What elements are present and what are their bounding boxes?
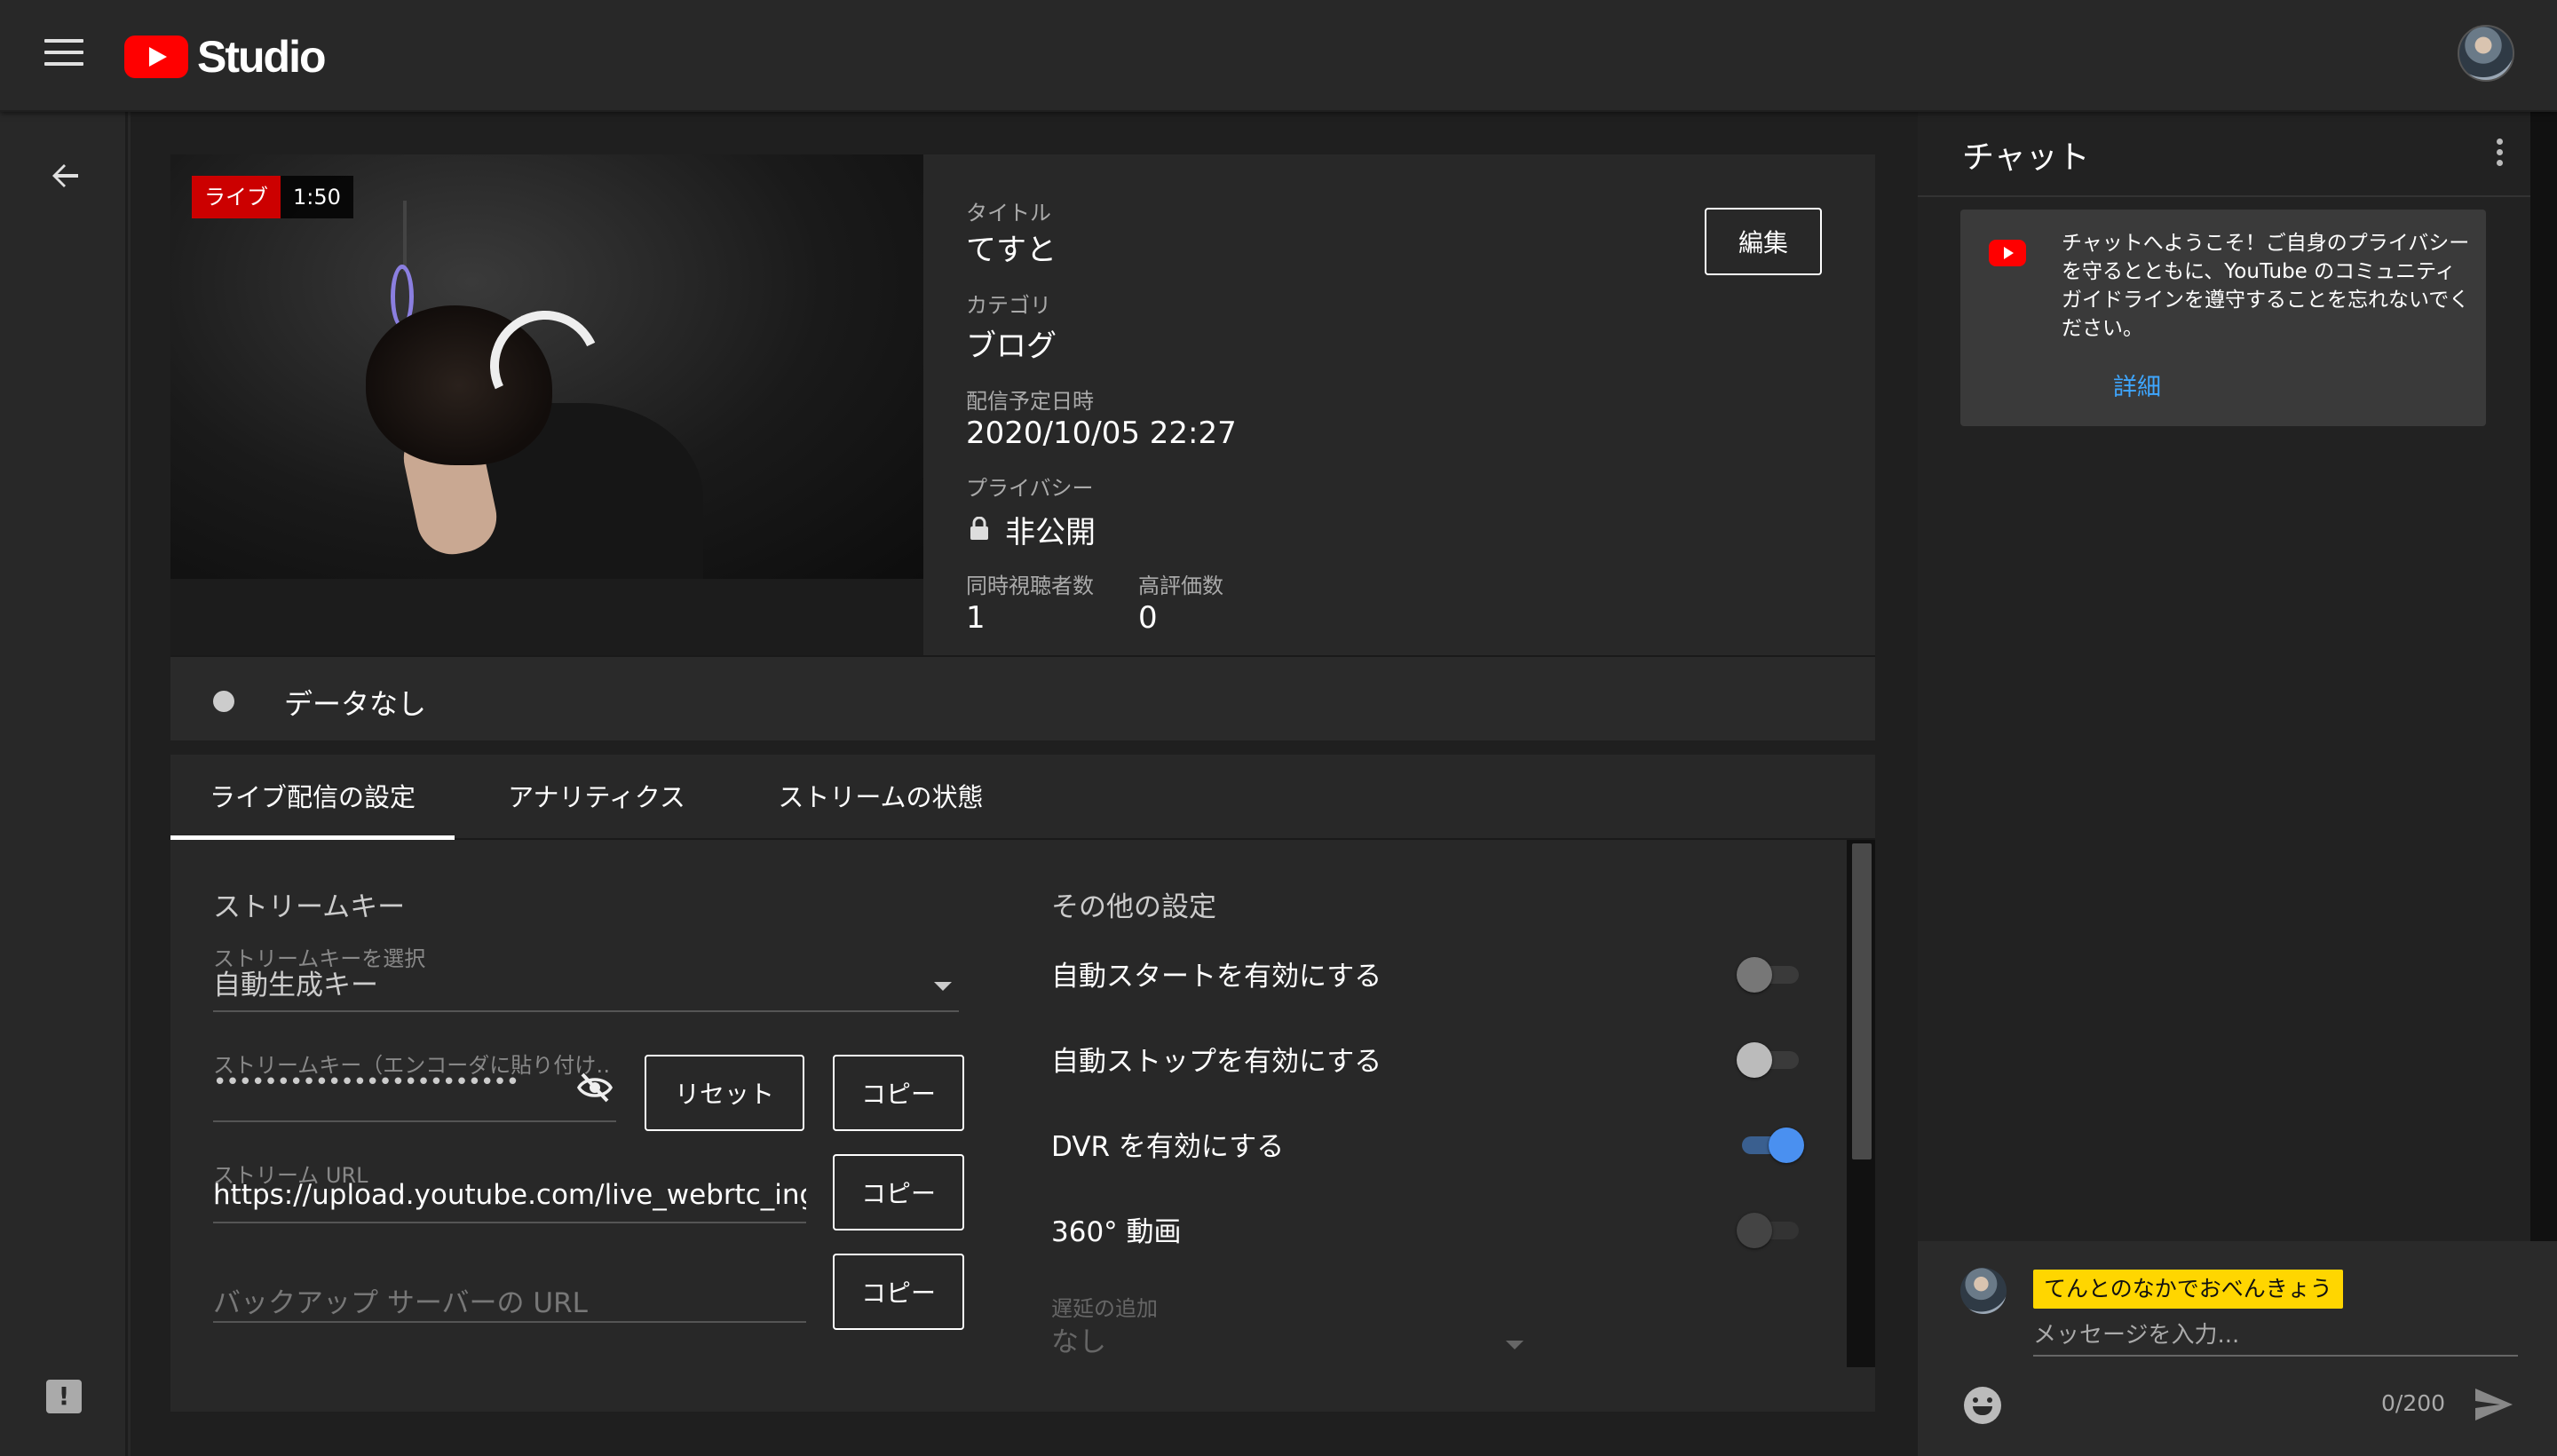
- composer-avatar: [1960, 1268, 2007, 1314]
- category-label: カテゴリ: [966, 293, 1051, 318]
- privacy-label: プライバシー: [966, 476, 1094, 501]
- menu-icon[interactable]: [44, 39, 83, 71]
- chat-panel: チャット チャットへようこそ！ご自身のプライバシーを守るとともに、YouTube…: [1918, 112, 2557, 1456]
- youtube-play-icon: [124, 36, 188, 78]
- chat-scrollbar[interactable]: [2530, 112, 2557, 1241]
- backup-url-input[interactable]: バックアップ サーバーの URL: [213, 1280, 806, 1320]
- 360-video-toggle[interactable]: [1737, 1211, 1804, 1248]
- likes-value: 0: [1138, 600, 1158, 636]
- visibility-off-icon[interactable]: [577, 1072, 613, 1103]
- back-arrow-icon[interactable]: [48, 158, 83, 194]
- youtube-icon: [1989, 240, 2026, 266]
- preview-footer: [170, 579, 923, 655]
- video-preview[interactable]: ライブ 1:50: [170, 154, 923, 579]
- settings-scrollbar-thumb[interactable]: [1852, 843, 1872, 1159]
- stream-key-select-underline: [213, 1010, 959, 1012]
- stream-health-bar: データなし: [170, 655, 1875, 740]
- tab-stream-health[interactable]: ストリームの状態: [748, 755, 1014, 840]
- viewers-label: 同時視聴者数: [966, 574, 1094, 598]
- latency-chevron-down-icon[interactable]: [1506, 1341, 1524, 1349]
- logo-text: Studio: [197, 32, 327, 82]
- latency-value[interactable]: なし: [1051, 1319, 1106, 1359]
- copy-stream-url-button[interactable]: コピー: [833, 1154, 964, 1230]
- viewers-value: 1: [966, 600, 986, 636]
- chat-header: チャット: [1918, 112, 2530, 197]
- tab-analytics[interactable]: アナリティクス: [479, 755, 714, 840]
- copy-backup-url-button[interactable]: コピー: [833, 1254, 964, 1330]
- dvr-label: DVR を有効にする: [1051, 1131, 1285, 1163]
- more-vert-icon[interactable]: [2497, 138, 2506, 170]
- privacy-value: 非公開: [1005, 515, 1096, 550]
- stream-url-value[interactable]: https://upload.youtube.com/live_webrtc_i…: [213, 1179, 806, 1211]
- chat-welcome-text: チャットへようこそ！ご自身のプライバシーを守るとともに、YouTube のコミュ…: [2062, 232, 2470, 340]
- lamp-cord: [403, 201, 407, 272]
- composer-user-name: てんとのなかでおべんきょう: [2033, 1270, 2343, 1309]
- copy-stream-key-button[interactable]: コピー: [833, 1055, 964, 1131]
- char-count: 0/200: [2381, 1390, 2446, 1416]
- stream-key-select-value[interactable]: 自動生成キー: [213, 962, 378, 1002]
- stream-key-section-title: ストリームキー: [213, 891, 406, 923]
- studio-logo[interactable]: Studio: [124, 32, 327, 82]
- edit-button[interactable]: 編集: [1705, 208, 1822, 275]
- schedule-label: 配信予定日時: [966, 389, 1094, 414]
- send-icon[interactable]: [2474, 1387, 2514, 1422]
- account-avatar[interactable]: [2458, 25, 2514, 82]
- stream-key-underline: [213, 1120, 616, 1122]
- settings-body: ストリームキー ストリームキーを選択 自動生成キー ストリームキー（エンコーダに…: [170, 840, 1847, 1367]
- chat-message-input[interactable]: [2033, 1316, 2518, 1357]
- chat-welcome-card: チャットへようこそ！ご自身のプライバシーを守るとともに、YouTube のコミュ…: [1960, 210, 2486, 426]
- emoji-icon[interactable]: [1964, 1387, 2001, 1424]
- title-label: タイトル: [966, 201, 1051, 226]
- lock-icon: [970, 517, 988, 540]
- live-time: 1:50: [281, 176, 353, 218]
- dvr-toggle[interactable]: [1737, 1126, 1804, 1163]
- auto-start-label: 自動スタートを有効にする: [1051, 961, 1382, 993]
- status-dot-icon: [213, 691, 234, 712]
- stream-health-status: データなし: [284, 687, 427, 721]
- other-settings-section-title: その他の設定: [1051, 891, 1216, 923]
- chat-title: チャット: [1962, 139, 2090, 176]
- tab-live-settings[interactable]: ライブ配信の設定: [170, 755, 455, 840]
- schedule-value: 2020/10/05 22:27: [966, 415, 1237, 451]
- settings-tabs: ライブ配信の設定 アナリティクス ストリームの状態: [170, 755, 1875, 840]
- auto-stop-label: 自動ストップを有効にする: [1051, 1046, 1382, 1078]
- likes-label: 高評価数: [1138, 574, 1223, 598]
- settings-scrollbar[interactable]: [1847, 840, 1875, 1367]
- chat-composer: てんとのなかでおべんきょう 0/200: [1918, 1241, 2557, 1456]
- auto-stop-toggle[interactable]: [1737, 1041, 1804, 1078]
- left-rail: [0, 112, 128, 1456]
- 360-video-label: 360° 動画: [1051, 1216, 1182, 1248]
- category-value: ブログ: [966, 328, 1057, 364]
- live-label: ライブ: [192, 176, 281, 218]
- backup-url-underline: [213, 1321, 806, 1323]
- chevron-down-icon[interactable]: [934, 982, 952, 991]
- title-value: てすと: [966, 233, 1057, 268]
- latency-label: 遅延の追加: [1051, 1296, 1158, 1321]
- stream-key-value[interactable]: ••••••••••••••••••••••••: [213, 1069, 568, 1096]
- live-badge: ライブ 1:50: [192, 176, 353, 218]
- learn-more-link[interactable]: 詳細: [2113, 368, 2161, 402]
- reset-stream-key-button[interactable]: リセット: [645, 1055, 804, 1131]
- feedback-icon[interactable]: [46, 1380, 82, 1413]
- settings-panel: ライブ配信の設定 アナリティクス ストリームの状態 ストリームキー ストリームキ…: [170, 755, 1875, 1412]
- app-header: Studio: [0, 0, 2557, 112]
- stream-url-underline: [213, 1222, 806, 1223]
- auto-start-toggle[interactable]: [1737, 955, 1804, 993]
